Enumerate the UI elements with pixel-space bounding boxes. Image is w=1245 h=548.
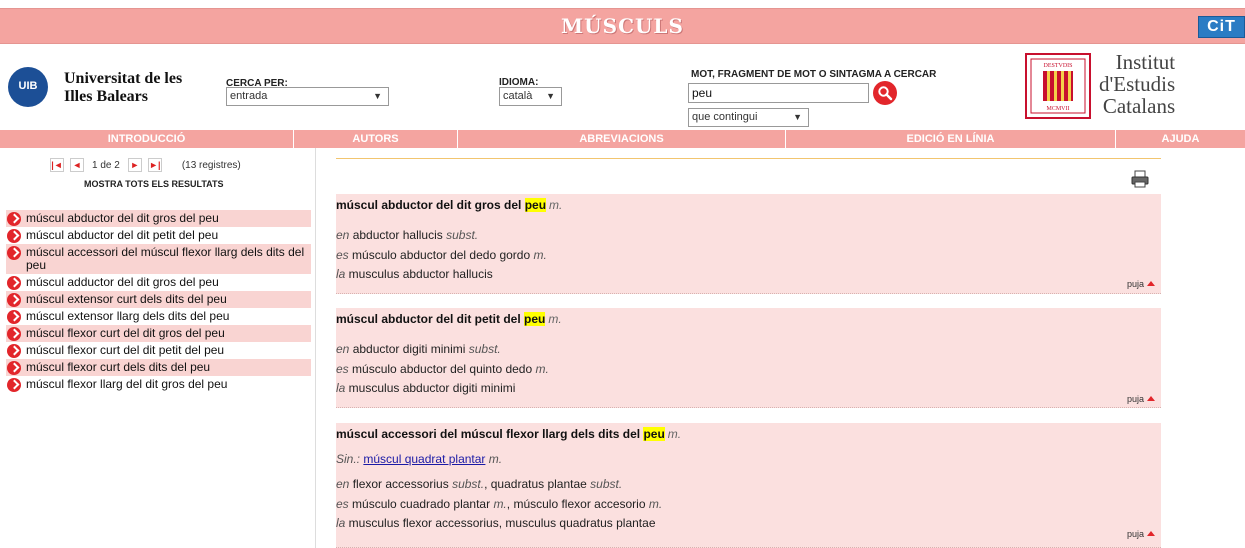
cit-logo[interactable]: CiT bbox=[1198, 16, 1245, 38]
search-button[interactable] bbox=[873, 81, 897, 105]
iec-name[interactable]: Institut d'Estudis Catalans bbox=[1099, 51, 1175, 117]
result-item[interactable]: múscul adductor del dit gros del peu bbox=[6, 274, 311, 291]
nav-introduccio[interactable]: INTRODUCCIÓ bbox=[0, 130, 294, 148]
result-item[interactable]: múscul abductor del dit gros del peu bbox=[6, 210, 311, 227]
back-to-top-link[interactable]: puja bbox=[1127, 279, 1155, 289]
divider bbox=[336, 158, 1161, 159]
prev-page-icon[interactable]: ◄ bbox=[70, 158, 84, 172]
uib-logo[interactable]: UIB bbox=[8, 67, 48, 107]
nav-ajuda[interactable]: AJUDA bbox=[1116, 130, 1245, 148]
result-item[interactable]: múscul flexor llarg del dit gros del peu bbox=[6, 376, 311, 393]
svg-text:MCMVII: MCMVII bbox=[1046, 106, 1069, 112]
result-icon bbox=[7, 344, 21, 358]
entry-en: en flexor accessorius subst., quadratus … bbox=[336, 477, 623, 491]
entry-synonym: Sin.: múscul quadrat plantar m. bbox=[336, 452, 503, 466]
main-nav: INTRODUCCIÓ AUTORS ABREVIACIONS EDICIÓ E… bbox=[0, 130, 1245, 148]
iec-name-line1: Institut bbox=[1115, 50, 1176, 74]
svg-text:DESTVDIS: DESTVDIS bbox=[1043, 63, 1072, 69]
results-sidebar: |◄ ◄ 1 de 2 ► ►| (13 registres) MOSTRA T… bbox=[0, 148, 316, 548]
result-item[interactable]: múscul flexor curt dels dits del peu bbox=[6, 359, 311, 376]
result-icon bbox=[7, 276, 21, 290]
entry-la: la musculus abductor hallucis bbox=[336, 267, 493, 281]
pager: |◄ ◄ 1 de 2 ► ►| (13 registres) bbox=[50, 157, 241, 173]
result-icon bbox=[7, 310, 21, 324]
match-mode-select[interactable]: que contingui ▼ bbox=[688, 108, 809, 127]
result-icon bbox=[7, 229, 21, 243]
result-icon bbox=[7, 361, 21, 375]
entry-es: es músculo cuadrado plantar m., músculo … bbox=[336, 497, 663, 511]
iec-name-line3: Catalans bbox=[1102, 94, 1176, 118]
result-icon bbox=[7, 293, 21, 307]
mot-label: MOT, FRAGMENT DE MOT O SINTAGMA A CERCAR bbox=[691, 69, 937, 80]
result-icon bbox=[7, 327, 21, 341]
first-page-icon[interactable]: |◄ bbox=[50, 158, 64, 172]
result-item[interactable]: múscul abductor del dit petit del peu bbox=[6, 227, 311, 244]
chevron-down-icon: ▼ bbox=[546, 91, 555, 101]
entry-card: múscul abductor del dit gros del peu m. e… bbox=[336, 194, 1161, 294]
iec-name-line2: d'Estudis bbox=[1099, 72, 1176, 96]
result-icon bbox=[7, 246, 21, 260]
entry-heading: múscul abductor del dit petit del peu m. bbox=[336, 312, 562, 326]
next-page-icon[interactable]: ► bbox=[127, 158, 142, 172]
uib-name-line2: Illes Balears bbox=[64, 88, 148, 105]
cerca-select-value: entrada bbox=[230, 90, 268, 102]
result-item[interactable]: múscul flexor curt del dit gros del peu bbox=[6, 325, 311, 342]
back-to-top-link[interactable]: puja bbox=[1127, 529, 1155, 539]
page-title: MÚSCULS bbox=[561, 14, 684, 38]
nav-abreviacions[interactable]: ABREVIACIONS bbox=[458, 130, 786, 148]
uib-name[interactable]: Universitat de les Illes Balears bbox=[64, 70, 182, 106]
entry-card: múscul accessori del múscul flexor llarg… bbox=[336, 423, 1161, 548]
result-item[interactable]: múscul extensor llarg dels dits del peu bbox=[6, 308, 311, 325]
back-to-top-link[interactable]: puja bbox=[1127, 394, 1155, 404]
entries-panel: múscul abductor del dit gros del peu m. e… bbox=[336, 148, 1161, 548]
result-icon bbox=[7, 378, 21, 392]
result-icon bbox=[7, 212, 21, 226]
page-indicator: 1 de 2 bbox=[92, 159, 120, 171]
synonym-link[interactable]: múscul quadrat plantar bbox=[363, 452, 485, 466]
entry-en: en abductor hallucis subst. bbox=[336, 228, 479, 242]
result-item[interactable]: múscul flexor curt del dit petit del peu bbox=[6, 342, 311, 359]
entry-la: la musculus flexor accessorius, musculus… bbox=[336, 516, 656, 530]
title-bar: MÚSCULS CiT bbox=[0, 8, 1245, 44]
search-input[interactable]: peu bbox=[688, 83, 869, 103]
record-count: (13 registres) bbox=[181, 159, 241, 171]
nav-autors[interactable]: AUTORS bbox=[294, 130, 458, 148]
chevron-down-icon: ▼ bbox=[793, 112, 802, 122]
entry-heading: múscul accessori del múscul flexor llarg… bbox=[336, 427, 682, 441]
printer-icon[interactable] bbox=[1131, 170, 1149, 188]
iec-seal-logo[interactable]: DESTVDIS MCMVII bbox=[1025, 53, 1091, 119]
result-item[interactable]: múscul extensor curt dels dits del peu bbox=[6, 291, 311, 308]
search-header: UIB Universitat de les Illes Balears CER… bbox=[0, 45, 1245, 129]
cerca-select[interactable]: entrada ▼ bbox=[226, 87, 389, 106]
uib-name-line1: Universitat de les bbox=[64, 70, 183, 87]
entry-heading: múscul abductor del dit gros del peu m. bbox=[336, 198, 563, 212]
entry-es: es músculo abductor del dedo gordo m. bbox=[336, 248, 547, 262]
nav-edicio-en-linia[interactable]: EDICIÓ EN LÍNIA bbox=[786, 130, 1116, 148]
results-list: múscul abductor del dit gros del peu mús… bbox=[6, 210, 311, 393]
entry-en: en abductor digiti minimi subst. bbox=[336, 342, 501, 356]
idioma-select[interactable]: català ▼ bbox=[499, 87, 562, 106]
show-all-link[interactable]: MOSTRA TOTS ELS RESULTATS bbox=[84, 179, 224, 189]
chevron-down-icon: ▼ bbox=[373, 91, 382, 101]
entry-card: múscul abductor del dit petit del peu m. … bbox=[336, 308, 1161, 408]
match-mode-value: que contingui bbox=[692, 111, 758, 123]
entry-es: es músculo abductor del quinto dedo m. bbox=[336, 362, 549, 376]
entry-la: la musculus abductor digiti minimi bbox=[336, 381, 516, 395]
search-icon bbox=[878, 86, 893, 101]
result-item[interactable]: múscul accessori del múscul flexor llarg… bbox=[6, 244, 311, 274]
idioma-select-value: català bbox=[503, 90, 533, 102]
last-page-icon[interactable]: ►| bbox=[147, 158, 162, 172]
